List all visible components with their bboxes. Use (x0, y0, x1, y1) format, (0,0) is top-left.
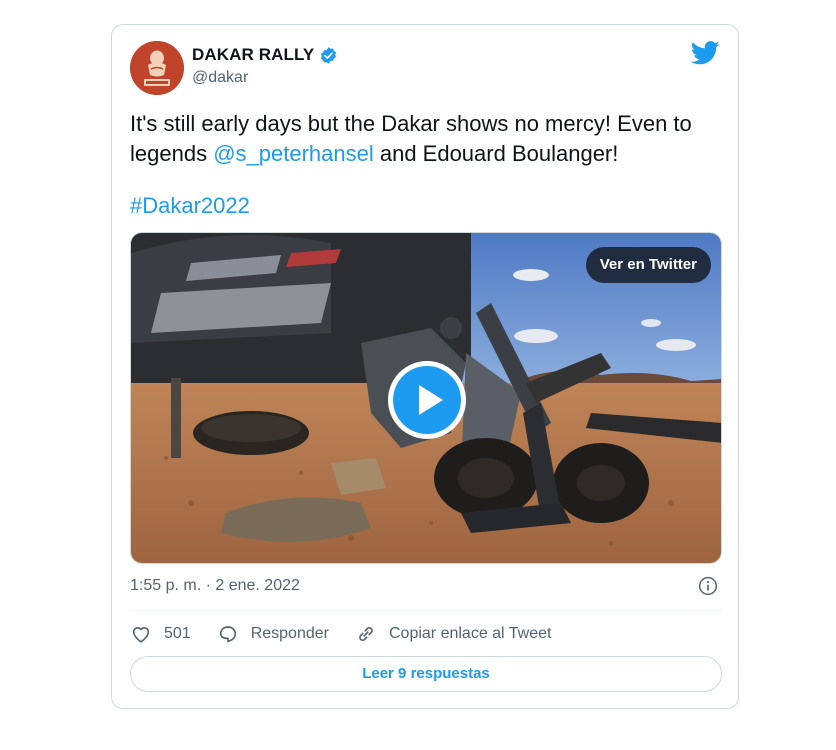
tweet-text: It's still early days but the Dakar show… (130, 109, 730, 169)
hashtag-link[interactable]: #Dakar2022 (130, 191, 250, 221)
play-icon[interactable] (388, 361, 466, 439)
like-count: 501 (164, 625, 191, 642)
mention-link[interactable]: @s_peterhansel (213, 141, 374, 166)
tweet-text-line-2-end: and Edouard Boulanger! (373, 141, 619, 166)
info-icon[interactable] (698, 576, 718, 596)
read-replies-button[interactable]: Leer 9 respuestas (130, 656, 722, 692)
dakar-logo-icon (130, 41, 184, 95)
tweet-text-line-1: It's still early days but the Dakar show… (130, 111, 692, 136)
link-icon (359, 626, 373, 642)
video-media[interactable]: Ver en Twitter (130, 232, 722, 564)
tweet-timestamp[interactable]: 1:55 p. m. · 2 ene. 2022 (130, 577, 300, 595)
view-on-twitter-button[interactable]: Ver en Twitter (585, 247, 711, 283)
tweet-actions: 501 Responder Copiar enlace al Tweet (130, 623, 577, 645)
reply-button[interactable]: Responder (217, 623, 329, 645)
verified-badge-icon (321, 46, 337, 64)
copy-link-label: Copiar enlace al Tweet (388, 625, 552, 642)
like-button[interactable]: 501 (130, 623, 191, 645)
reply-label: Responder (250, 625, 329, 642)
twitter-bird-icon[interactable] (691, 41, 720, 65)
reply-icon (219, 626, 236, 643)
author-name[interactable]: DAKAR RALLY (192, 45, 314, 65)
tweet-card[interactable]: DAKAR RALLY @dakar It's still early days… (111, 24, 739, 709)
divider (130, 610, 722, 611)
author-avatar[interactable] (130, 41, 184, 95)
tweet-text-line-2-start: legends (130, 141, 214, 166)
copy-link-button[interactable]: Copiar enlace al Tweet (355, 623, 551, 645)
heart-icon (132, 627, 150, 643)
author-handle[interactable]: @dakar (192, 69, 248, 87)
